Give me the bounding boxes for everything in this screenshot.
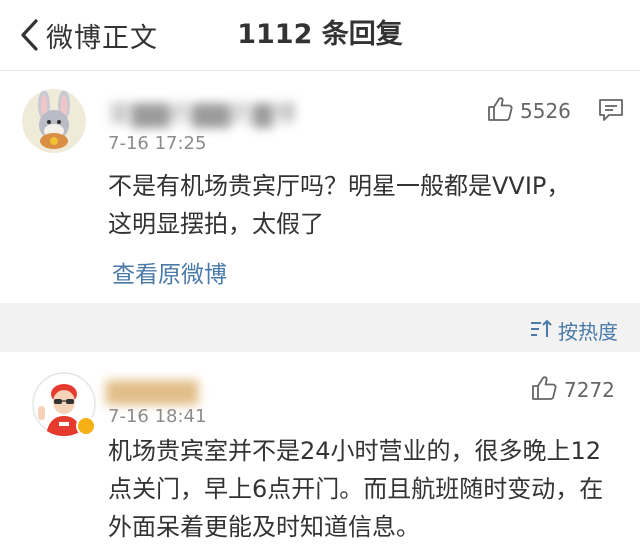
like-button[interactable]: 7272 [530, 374, 615, 406]
reply-time: 7-16 18:41 [108, 406, 207, 427]
page-title: 1112 条回复 [237, 19, 403, 50]
username-blurred[interactable]: ▇▇▇▇▇ [106, 374, 198, 408]
username-blurred[interactable]: 爱▇▇的▇▇的▇博 [108, 97, 296, 131]
reply-button[interactable] [598, 98, 624, 126]
reply-card: ▇▇▇▇▇ 7-16 18:41 7272 机场贵宾室并不是24小时营业的，很多… [0, 352, 640, 548]
verified-badge-icon [76, 416, 96, 436]
sort-by-hot-button[interactable]: 按热度 [530, 316, 618, 345]
comment-text: 不是有机场贵宾厅吗？明星一般都是VVIP， 这明显摆拍，太假了 [108, 167, 570, 243]
view-original-link[interactable]: 查看原微博 [112, 255, 227, 289]
like-count: 7272 [564, 378, 615, 402]
comment-time: 7-16 17:25 [108, 133, 207, 154]
top-nav-bar: 微博正文 1112 条回复 [0, 0, 640, 71]
comment-text-line: 这明显摆拍，太假了 [108, 210, 324, 238]
like-button[interactable]: 5526 [486, 95, 571, 127]
sort-icon [530, 319, 552, 343]
avatar[interactable] [22, 89, 86, 153]
sort-label: 按热度 [558, 320, 618, 344]
reply-text-line: 机场贵宾室并不是24小时营业的，很多晚上12 [108, 437, 602, 465]
thumbs-up-icon [530, 374, 558, 406]
thumbs-up-icon [486, 95, 514, 127]
main-comment-card: 爱▇▇的▇▇的▇博 7-16 17:25 5526 不是有机场贵宾厅吗？明星一般… [0, 71, 640, 303]
reply-text-line: 点关门，早上6点开门。而且航班随时变动，在 [108, 475, 604, 503]
like-count: 5526 [520, 99, 571, 123]
reply-text: 机场贵宾室并不是24小时营业的，很多晚上12 点关门，早上6点开门。而且航班随时… [108, 432, 603, 546]
reply-text-line: 外面呆着更能及时知道信息。 [108, 513, 420, 541]
comment-icon [598, 99, 624, 126]
comment-text-line: 不是有机场贵宾厅吗？明星一般都是VVIP， [108, 172, 571, 200]
